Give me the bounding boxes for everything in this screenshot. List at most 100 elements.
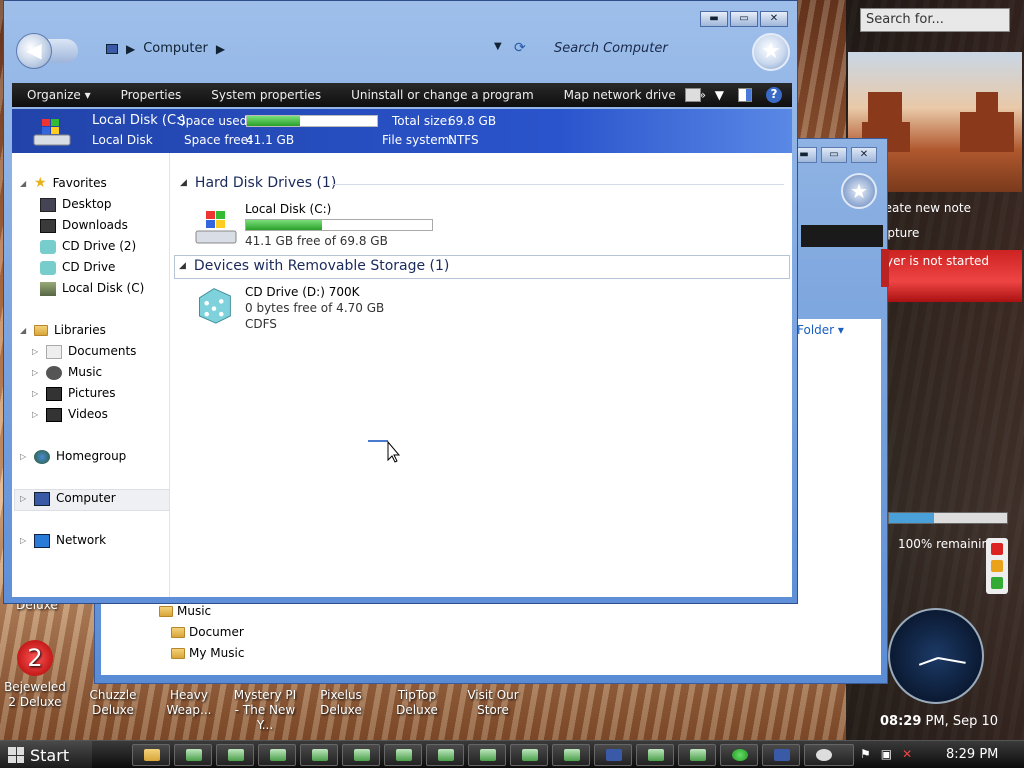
chevron-down-icon[interactable]: ▼ [715, 88, 724, 102]
taskbar-button[interactable] [342, 744, 380, 766]
desktop-icon-pixelus[interactable]: Pixelus Deluxe [306, 688, 376, 718]
tree-item-documents[interactable]: Documer [159, 622, 244, 643]
breadcrumb-computer[interactable]: Computer [143, 41, 208, 56]
back-arrow-icon: ◀ [26, 38, 42, 62]
chevron-right-icon[interactable]: ▶ [216, 42, 225, 56]
nav-computer[interactable]: ▷ Computer [20, 488, 116, 509]
taskbar-button[interactable] [678, 744, 716, 766]
taskbar-button[interactable] [258, 744, 296, 766]
nav-local-disk[interactable]: Local Disk (C) [40, 278, 144, 299]
desktop-icon-chuzzle[interactable]: Chuzzle Deluxe [78, 688, 148, 718]
network-icon [34, 533, 50, 548]
forward-button[interactable] [48, 39, 78, 63]
expand-icon[interactable]: ▷ [20, 488, 28, 509]
taskbar-clock[interactable]: 8:29 PM [946, 747, 998, 762]
media-player-gadget[interactable]: yer is not started [880, 250, 1022, 302]
taskbar-button[interactable] [468, 744, 506, 766]
taskbar-button[interactable] [216, 744, 254, 766]
close-button[interactable]: ✕ [760, 11, 788, 27]
taskbar-button[interactable] [636, 744, 674, 766]
taskbar-button[interactable] [132, 744, 170, 766]
nav-pictures[interactable]: ▷ Pictures [32, 383, 116, 404]
local-disk-icon [40, 281, 56, 296]
group-header-removable[interactable]: ◢ Devices with Removable Storage (1) [174, 255, 790, 279]
collapse-icon[interactable]: ◢ [179, 261, 186, 271]
nav-videos[interactable]: ▷ Videos [32, 404, 108, 425]
expand-icon[interactable]: ▷ [32, 383, 40, 404]
chevron-right-icon[interactable]: ▶ [126, 42, 135, 56]
capture-link[interactable]: apture [880, 221, 1020, 246]
group-header-hard-disks[interactable]: ◢ Hard Disk Drives (1) [180, 175, 336, 191]
expand-icon[interactable]: ▷ [32, 341, 40, 362]
create-note-link[interactable]: reate new note [880, 196, 1020, 221]
help-icon[interactable]: ? [766, 87, 782, 103]
expand-icon[interactable]: ▷ [32, 404, 40, 425]
refresh-icon[interactable]: ⟳ [514, 40, 526, 56]
search-input[interactable]: Search Computer [554, 41, 668, 56]
explorer-window[interactable]: ▬ ▭ ✕ ◀ ▶ Computer ▶ ▼ ⟳ Search Computer… [3, 0, 798, 604]
network-icon[interactable]: ▣ [881, 747, 892, 761]
taskbar-button[interactable] [552, 744, 590, 766]
flag-icon[interactable]: ⚑ [860, 747, 871, 761]
taskbar-button[interactable] [174, 744, 212, 766]
nav-cd-drive[interactable]: CD Drive [40, 257, 115, 278]
nav-favorites[interactable]: ◢ ★ Favorites [20, 173, 107, 194]
group-divider [332, 184, 784, 185]
preview-pane-icon[interactable] [738, 88, 752, 102]
desktop-icon-heavy-weapon[interactable]: Heavy Weap... [154, 688, 224, 718]
desktop-icon-tiptop[interactable]: TipTop Deluxe [382, 688, 452, 718]
expand-icon[interactable]: ◢ [20, 173, 28, 194]
taskbar-button[interactable] [762, 744, 800, 766]
nav-desktop[interactable]: Desktop [40, 194, 112, 215]
breadcrumb[interactable]: ▶ Computer ▶ [106, 41, 225, 56]
cd-drive-item[interactable]: CD Drive (D:) 700K 0 bytes free of 4.70 … [245, 284, 384, 332]
taskbar-button[interactable] [720, 744, 758, 766]
start-button[interactable]: Start [0, 741, 92, 768]
star-icon[interactable]: ★ [752, 33, 790, 71]
expand-icon[interactable]: ▷ [20, 530, 28, 551]
content-area: ◢ ★ Favorites Desktop Downloads CD Drive (… [12, 153, 792, 597]
uninstall-program-button[interactable]: Uninstall or change a program [336, 88, 549, 102]
homegroup-icon [34, 449, 50, 464]
back-button[interactable]: ◀ [16, 33, 52, 69]
taskbar-button-explorer[interactable] [594, 744, 632, 766]
expand-icon[interactable]: ▷ [20, 446, 28, 467]
nav-documents[interactable]: ▷ Documents [32, 341, 136, 362]
map-network-drive-button[interactable]: Map network drive [549, 88, 691, 102]
expand-icon[interactable]: ▷ [32, 362, 40, 383]
taskbar-button[interactable] [804, 744, 854, 766]
desktop-icon-mystery-pi[interactable]: Mystery PI - The New Y... [230, 688, 300, 733]
nav-network[interactable]: ▷ Network [20, 530, 106, 551]
mouse-cursor [368, 440, 401, 463]
taskbar-button[interactable] [384, 744, 422, 766]
taskbar-button[interactable] [510, 744, 548, 766]
taskbar-button[interactable] [426, 744, 464, 766]
address-dropdown-icon[interactable]: ▼ [494, 41, 502, 52]
properties-button[interactable]: Properties [106, 88, 197, 102]
nav-cd-drive-2[interactable]: CD Drive (2) [40, 236, 136, 257]
tree-item-my-music[interactable]: My Music [159, 643, 244, 664]
star-icon[interactable]: ★ [841, 173, 877, 209]
nav-libraries[interactable]: ◢ Libraries [20, 320, 106, 341]
nav-music[interactable]: ▷ Music [32, 362, 102, 383]
volume-muted-icon[interactable]: ✕ [902, 747, 912, 761]
organize-button[interactable]: Organize ▾ [12, 88, 106, 102]
maximize-button[interactable]: ▭ [730, 11, 758, 27]
minimize-button[interactable]: ▬ [700, 11, 728, 27]
gadget-search-input[interactable]: Search for... [860, 8, 1010, 32]
tree-item-music[interactable]: Music [159, 601, 244, 622]
local-disk-name: Local Disk (C:) [245, 202, 332, 216]
expand-icon[interactable]: ◢ [20, 320, 28, 341]
space-used-label: Space used: [178, 114, 252, 128]
collapse-icon[interactable]: ◢ [180, 178, 187, 188]
battery-bar [888, 512, 1008, 524]
system-properties-button[interactable]: System properties [196, 88, 336, 102]
desktop-icon-bejeweled[interactable]: 2 Bejeweled 2 Deluxe [0, 640, 70, 710]
nav-downloads[interactable]: Downloads [40, 215, 128, 236]
taskbar-button[interactable] [300, 744, 338, 766]
local-disk-item[interactable]: Local Disk (C:) 41.1 GB free of 69.8 GB [245, 201, 433, 249]
desktop-icon-visit-store[interactable]: Visit Our Store [458, 688, 528, 718]
change-view-icon[interactable] [684, 88, 701, 102]
nav-homegroup[interactable]: ▷ Homegroup [20, 446, 126, 467]
new-folder-link[interactable]: Folder ▾ [797, 323, 844, 337]
